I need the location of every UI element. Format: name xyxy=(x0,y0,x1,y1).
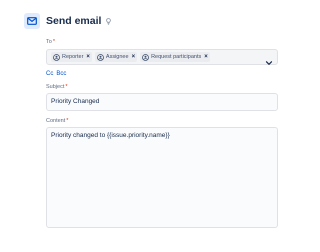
cc-link[interactable]: Cc xyxy=(46,71,53,77)
chevron-down-icon[interactable] xyxy=(265,54,273,65)
subject-label: Subject* xyxy=(46,84,68,90)
cc-bcc-links: Cc Bcc xyxy=(46,71,66,77)
remove-reporter-button[interactable]: × xyxy=(86,54,90,60)
page-title: Send email xyxy=(46,15,102,27)
recipient-chip-request-participants: Request participants × xyxy=(140,52,210,62)
content-label: Content* xyxy=(46,118,69,124)
panel-header: Send email xyxy=(24,13,112,29)
user-icon xyxy=(142,53,149,61)
recipient-chip-assignee: Assignee × xyxy=(94,52,138,62)
content-textarea[interactable]: Priority changed to {{issue.priority.nam… xyxy=(46,127,278,228)
subject-input[interactable]: Priority Changed xyxy=(46,93,278,111)
user-icon xyxy=(53,53,60,61)
bcc-link[interactable]: Bcc xyxy=(56,71,66,77)
chip-label: Reporter xyxy=(62,54,84,60)
user-icon xyxy=(97,53,104,61)
recipient-chip-reporter: Reporter × xyxy=(51,52,92,62)
remove-request-participants-button[interactable]: × xyxy=(204,54,208,60)
chip-label: Request participants xyxy=(151,54,202,60)
to-label: To* xyxy=(46,39,55,45)
chip-label: Assignee xyxy=(105,54,129,60)
to-recipients-field[interactable]: Reporter × Assignee × Request participan… xyxy=(46,49,278,65)
info-icon[interactable] xyxy=(106,17,112,25)
envelope-icon xyxy=(24,13,40,29)
remove-assignee-button[interactable]: × xyxy=(132,54,136,60)
